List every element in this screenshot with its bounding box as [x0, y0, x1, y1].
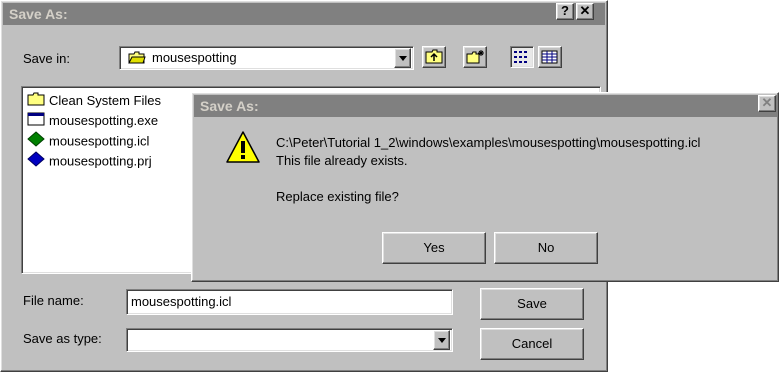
no-button[interactable]: No [494, 232, 598, 264]
save-in-value: mousespotting [152, 50, 237, 65]
save-in-label: Save in: [23, 51, 70, 66]
close-button[interactable]: ✕ [576, 3, 594, 20]
details-view-button[interactable] [538, 46, 562, 68]
folder-open-icon [128, 51, 146, 68]
list-item[interactable]: Clean System Files [27, 91, 161, 111]
chevron-down-icon[interactable] [394, 48, 411, 68]
confirm-window-title: Save As: [200, 98, 259, 114]
confirm-close-button[interactable]: ✕ [758, 95, 776, 112]
file-name-input[interactable]: mousespotting.icl [126, 289, 453, 315]
new-folder-button[interactable] [463, 46, 487, 68]
up-one-level-button[interactable] [422, 46, 446, 68]
file-name-label: File name: [23, 293, 84, 308]
list-item[interactable]: mousespotting.exe [27, 111, 158, 131]
list-view-button[interactable] [510, 46, 534, 68]
save-as-type-label: Save as type: [23, 331, 102, 346]
exe-window-icon [27, 112, 45, 132]
yes-button[interactable]: Yes [382, 232, 486, 264]
replace-question-text: Replace existing file? [276, 189, 399, 204]
save-in-combo[interactable]: mousespotting [119, 46, 414, 70]
window-title: Save As: [9, 6, 68, 22]
save-as-titlebar[interactable]: Save As: [3, 3, 605, 25]
already-exists-text: This file already exists. [276, 153, 408, 168]
cancel-button[interactable]: Cancel [480, 328, 584, 360]
confirm-titlebar[interactable]: Save As: [194, 95, 778, 117]
help-button[interactable]: ? [556, 3, 574, 20]
list-item[interactable]: mousespotting.prj [27, 151, 152, 171]
close-icon: ✕ [761, 95, 773, 110]
confirm-overwrite-dialog: Save As: ✕ C:\Peter\Tutorial 1_2\windows… [191, 92, 779, 282]
blue-diamond-icon [27, 151, 45, 173]
save-button[interactable]: Save [480, 288, 584, 320]
list-item[interactable]: mousespotting.icl [27, 131, 149, 151]
chevron-down-icon[interactable] [433, 330, 450, 350]
save-as-type-combo[interactable] [126, 328, 453, 352]
close-icon: ✕ [579, 3, 591, 18]
folder-icon [27, 92, 45, 112]
file-path-text: C:\Peter\Tutorial 1_2\windows\examples\m… [276, 135, 701, 150]
green-diamond-icon [27, 131, 45, 153]
warning-icon [225, 130, 261, 167]
